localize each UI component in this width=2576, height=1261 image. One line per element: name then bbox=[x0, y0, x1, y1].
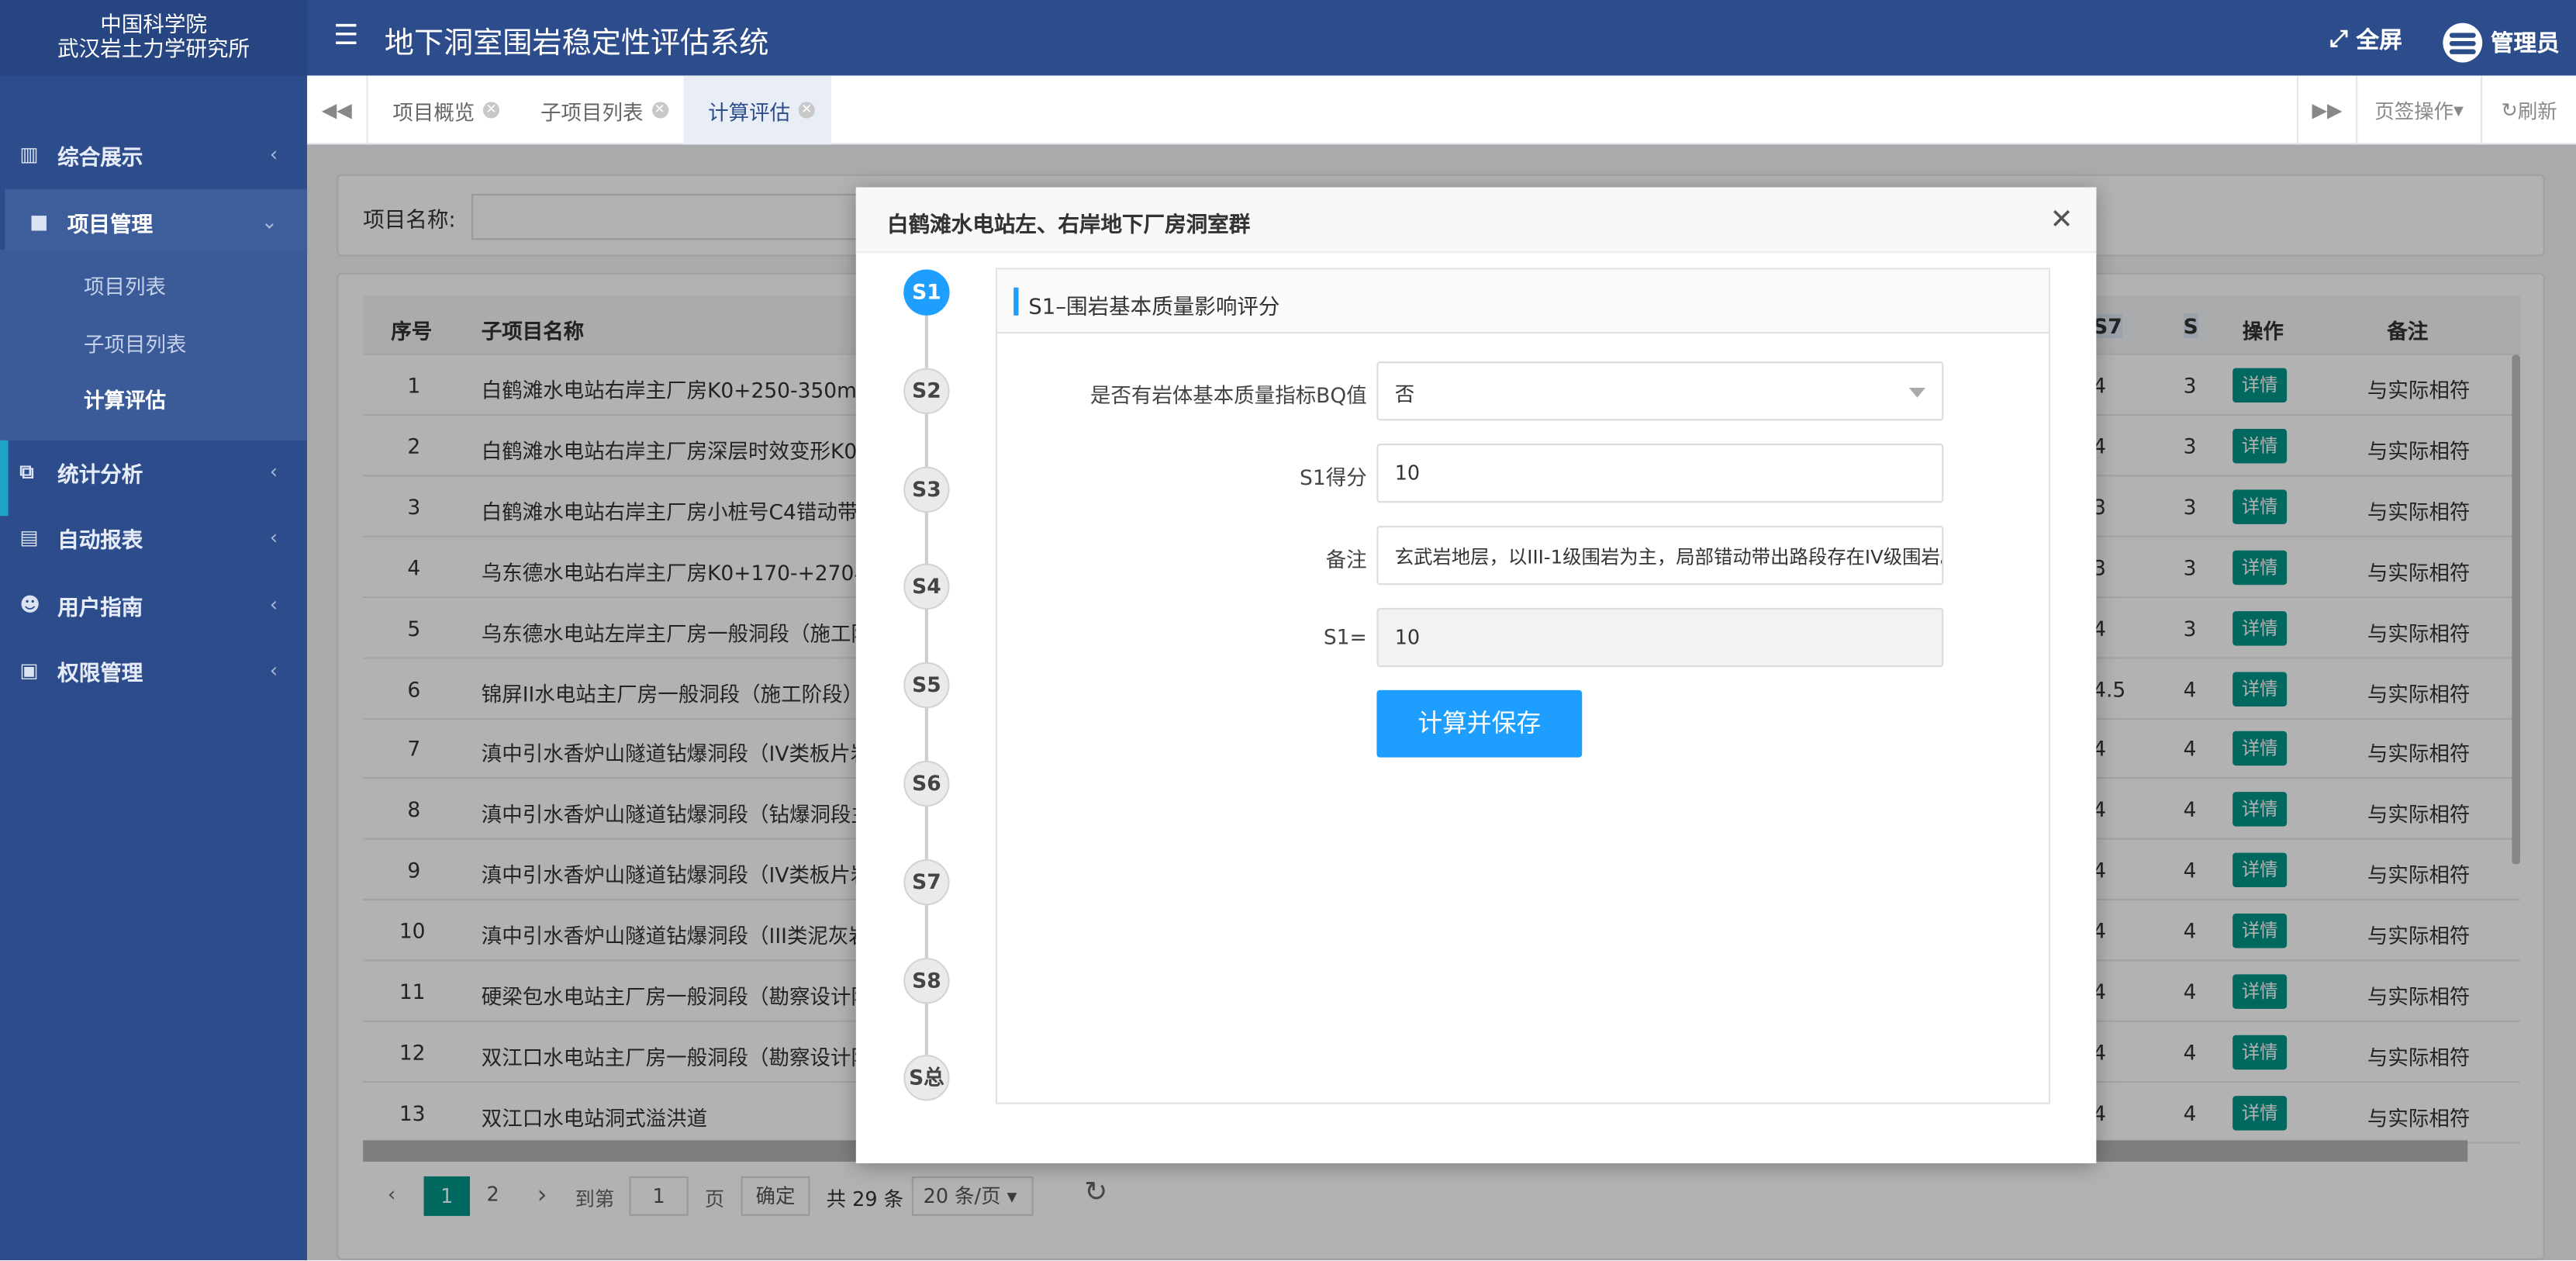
fullscreen-icon: ⤢ bbox=[2329, 26, 2348, 53]
chevron-left-icon: ‹ bbox=[269, 460, 278, 483]
caret-down-icon: ▾ bbox=[2453, 98, 2464, 122]
submenu-item-evaluation[interactable]: 计算评估 bbox=[84, 383, 166, 414]
tab-ops-label: 页签操作 bbox=[2374, 99, 2454, 123]
step-1[interactable]: S1 bbox=[903, 269, 950, 316]
report-icon: ▤ bbox=[19, 525, 39, 549]
remark-input[interactable]: 玄武岩地层，以III-1级围岩为主，局部错动带出路段存在IV级围岩。 bbox=[1376, 525, 1944, 586]
refresh-icon: ↻ bbox=[2501, 98, 2518, 122]
s1-result-label: S1= bbox=[1323, 624, 1367, 649]
calculate-save-button[interactable]: 计算并保存 bbox=[1376, 689, 1583, 758]
step-7[interactable]: S7 bbox=[903, 859, 950, 905]
sidebar-item-label: 用户指南 bbox=[57, 595, 143, 620]
org-logo: 中国科学院 武汉岩土力学研究所 bbox=[0, 0, 308, 76]
refresh-label: 刷新 bbox=[2517, 99, 2557, 123]
briefcase-icon: ■ bbox=[29, 210, 49, 233]
close-tab-icon[interactable]: ✕ bbox=[482, 102, 500, 119]
fullscreen-label: 全屏 bbox=[2356, 28, 2402, 54]
chevron-down-icon: ⌄ bbox=[261, 210, 278, 233]
step-2[interactable]: S2 bbox=[903, 368, 950, 414]
tab-label: 计算评估 bbox=[708, 99, 791, 124]
sidebar-item-statistics[interactable]: ⧉ 统计分析 ‹ bbox=[0, 439, 307, 505]
shield-icon: ▣ bbox=[19, 658, 39, 682]
sidebar-item-dashboard[interactable]: ▥ 综合展示 ‹ bbox=[0, 122, 307, 188]
s1-result-field: 10 bbox=[1376, 607, 1944, 668]
org-name-line2: 武汉岩土力学研究所 bbox=[57, 37, 250, 63]
bq-select-value: 否 bbox=[1394, 382, 1415, 406]
avatar bbox=[2443, 22, 2483, 63]
evaluation-modal: 白鹤滩水电站左、右岸地下厂房洞室群 ✕ S1 S2 S3 S4 S5 S6 S7 S8 S总 S… bbox=[855, 187, 2097, 1163]
accent-bar bbox=[1013, 287, 1019, 316]
chevron-left-icon: ‹ bbox=[269, 658, 278, 682]
submenu-item-subproject-list[interactable]: 子项目列表 bbox=[84, 327, 186, 358]
close-tab-icon[interactable]: ✕ bbox=[651, 102, 668, 119]
chevron-left-icon: ‹ bbox=[269, 525, 278, 549]
sidebar-item-label: 统计分析 bbox=[57, 462, 143, 488]
submenu-item-project-list[interactable]: 项目列表 bbox=[84, 269, 166, 300]
panel-title: S1–围岩基本质量影响评分 bbox=[1028, 295, 1280, 321]
sidebar: ▥ 综合展示 ‹ ■ 项目管理 ⌄ 项目列表 子项目列表 计算评估 ⧉ 统计分析 ‹ ▤ 自动… bbox=[0, 75, 313, 1260]
step-indicator: S1 S2 S3 S4 S5 S6 S7 S8 S总 bbox=[903, 269, 950, 1107]
stats-icon: ⧉ bbox=[19, 459, 34, 482]
tab-label: 项目概览 bbox=[392, 99, 475, 124]
step-5[interactable]: S5 bbox=[903, 662, 950, 709]
s1-score-input[interactable]: 10 bbox=[1376, 444, 1944, 503]
project-submenu: 项目列表 子项目列表 计算评估 bbox=[0, 250, 308, 440]
org-name-line1: 中国科学院 bbox=[100, 12, 207, 38]
bq-label: 是否有岩体基本质量指标BQ值 bbox=[1089, 382, 1367, 408]
step-8[interactable]: S8 bbox=[903, 957, 950, 1004]
modal-title: 白鹤滩水电站左、右岸地下厂房洞室群 bbox=[887, 213, 1251, 239]
score-panel: S1–围岩基本质量影响评分 是否有岩体基本质量指标BQ值 否 S1得分 10 备… bbox=[995, 268, 2051, 1104]
tab-evaluation[interactable]: 计算评估 ✕ bbox=[683, 75, 832, 145]
s1-score-label: S1得分 bbox=[1300, 465, 1367, 490]
chevron-down-icon bbox=[1908, 387, 1926, 398]
step-6[interactable]: S6 bbox=[903, 760, 950, 807]
sidebar-item-label: 综合展示 bbox=[57, 145, 143, 171]
sidebar-item-permissions[interactable]: ▣ 权限管理 ‹ bbox=[0, 637, 307, 703]
close-icon[interactable]: ✕ bbox=[2050, 204, 2074, 237]
tabs-scroll-right-icon[interactable]: ▶▶ bbox=[2296, 75, 2356, 145]
sidebar-item-projects[interactable]: ■ 项目管理 ⌄ bbox=[5, 188, 313, 255]
sidebar-item-label: 项目管理 bbox=[67, 212, 154, 238]
app-title: 地下洞室围岩稳定性评估系统 bbox=[384, 26, 769, 61]
close-tab-icon[interactable]: ✕ bbox=[798, 102, 815, 119]
tabs-scroll-left-icon[interactable]: ◀◀ bbox=[307, 75, 368, 145]
sidebar-item-reports[interactable]: ▤ 自动报表 ‹ bbox=[0, 504, 307, 570]
user-menu[interactable]: 管理员 bbox=[2443, 22, 2560, 63]
chevron-left-icon: ‹ bbox=[269, 592, 278, 617]
remark-label: 备注 bbox=[1325, 547, 1367, 572]
bar-chart-icon: ▥ bbox=[19, 143, 39, 166]
fullscreen-button[interactable]: ⤢ 全屏 bbox=[2329, 23, 2402, 56]
sidebar-item-guide[interactable]: ☻ 用户指南 ‹ bbox=[0, 572, 307, 637]
tab-operations-dropdown[interactable]: 页签操作 ▾ bbox=[2356, 75, 2481, 145]
menu-toggle-icon[interactable]: ☰ bbox=[333, 19, 358, 52]
refresh-button[interactable]: ↻ 刷新 bbox=[2481, 75, 2576, 145]
sidebar-item-label: 自动报表 bbox=[57, 528, 143, 553]
step-3[interactable]: S3 bbox=[903, 465, 950, 513]
chevron-left-icon: ‹ bbox=[269, 143, 278, 166]
step-4[interactable]: S4 bbox=[903, 564, 950, 610]
tab-project-overview[interactable]: 项目概览 ✕ bbox=[392, 75, 500, 144]
tab-subproject-list[interactable]: 子项目列表 ✕ bbox=[540, 75, 668, 144]
top-bar: 中国科学院 武汉岩土力学研究所 ☰ 地下洞室围岩稳定性评估系统 ⤢ 全屏 管理员 bbox=[0, 0, 2576, 76]
panel-header: S1–围岩基本质量影响评分 bbox=[997, 269, 2049, 334]
sidebar-item-label: 权限管理 bbox=[57, 661, 143, 686]
bq-select[interactable]: 否 bbox=[1376, 361, 1944, 421]
tab-bar: ◀◀ 项目概览 ✕ 子项目列表 ✕ 计算评估 ✕ ▶▶ 页签操作 ▾ ↻ 刷新 bbox=[307, 75, 2576, 145]
user-name: 管理员 bbox=[2490, 31, 2560, 58]
step-9[interactable]: S总 bbox=[903, 1055, 950, 1102]
tab-label: 子项目列表 bbox=[540, 99, 644, 124]
modal-header: 白鹤滩水电站左、右岸地下厂房洞室群 ✕ bbox=[855, 187, 2097, 254]
users-icon: ☻ bbox=[19, 592, 40, 617]
